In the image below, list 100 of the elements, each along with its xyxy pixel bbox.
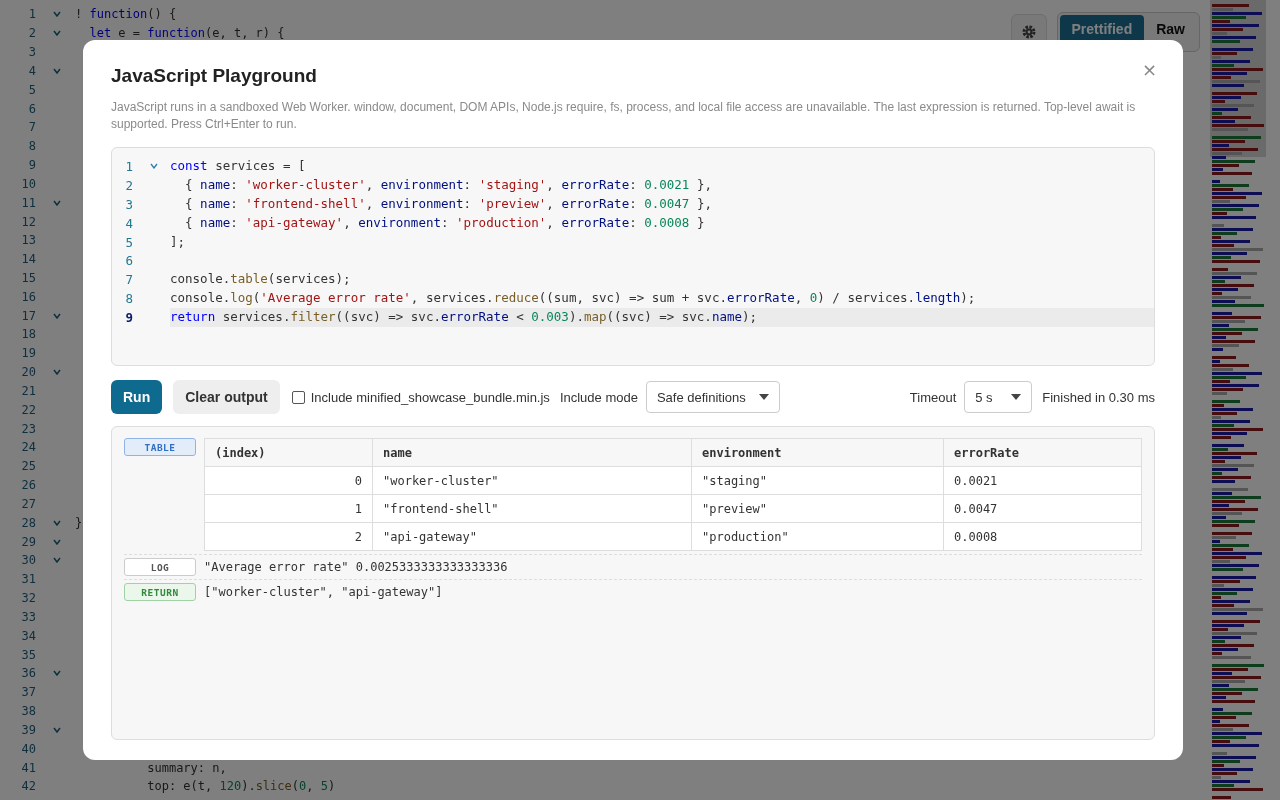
output-text: "Average error rate" 0.0025333333333333336 <box>204 560 508 574</box>
entry-badge: LOG <box>124 558 196 576</box>
fold-icon[interactable] <box>53 30 61 37</box>
code-editor[interactable] <box>111 147 1155 366</box>
line-number: 2 <box>27 26 36 41</box>
fold-icon[interactable] <box>53 519 61 526</box>
table-cell: "preview" <box>691 494 944 523</box>
line-number: 33 <box>20 609 36 624</box>
table-cell: 0.0021 <box>943 466 1142 495</box>
view-tab[interactable]: Raw <box>1144 15 1197 49</box>
line-number: 19 <box>20 346 36 361</box>
line-number: 5 <box>27 82 36 97</box>
line-number: 23 <box>20 421 36 436</box>
line-number: 1 <box>124 158 133 174</box>
code-line: { name: 'api-gateway', environment: 'production', errorRate: 0.0008 } <box>184 213 706 232</box>
line-number: 18 <box>20 327 36 342</box>
include-mode-label: Include mode <box>559 389 638 405</box>
line-number: 31 <box>20 572 36 587</box>
description-text: JavaScript runs in a sandboxed Web Worker. window, document, DOM APIs, Node.js require, fs, process, and local file access are unavailable. The last expression is returned. Top-level await is supported. Press Ctrl+Enter to run. <box>111 99 1137 133</box>
entry-badge: TABLE <box>124 438 196 456</box>
line-number: 22 <box>20 402 36 417</box>
line-number: 26 <box>20 478 36 493</box>
caret-icon <box>1011 394 1022 400</box>
line-number: 8 <box>27 139 36 154</box>
line-number: 41 <box>20 760 36 775</box>
line-number: 11 <box>20 195 36 210</box>
line-number: 21 <box>20 383 36 398</box>
line-number: 29 <box>20 534 36 549</box>
line-number: 17 <box>20 308 36 323</box>
output-text: ["worker-cluster", "api-gateway"] <box>204 585 443 599</box>
code-line: ]; <box>170 232 187 251</box>
code-line: { name: 'frontend-shell', environment: 'preview', errorRate: 0.0047 }, <box>184 194 713 213</box>
table-cell: 1 <box>204 494 373 523</box>
line-number: 4 <box>124 215 133 231</box>
line-number: 8 <box>124 291 133 307</box>
line-number: 12 <box>20 214 36 229</box>
line-number: 28 <box>20 515 36 530</box>
line-number: 37 <box>20 685 36 700</box>
line-number: 27 <box>20 496 36 511</box>
fold-icon[interactable] <box>53 670 61 677</box>
line-number: 9 <box>124 310 133 326</box>
table-cell: "frontend-shell" <box>372 494 692 523</box>
code-line: console.table(services); <box>170 270 352 289</box>
fold-icon[interactable] <box>53 726 61 733</box>
line-number: 10 <box>20 176 36 191</box>
code-line: const services = [ <box>170 157 307 175</box>
table-cell: "staging" <box>691 466 944 495</box>
fold-icon[interactable] <box>53 557 61 564</box>
fold-icon[interactable] <box>150 163 158 170</box>
run-button[interactable]: Run <box>111 380 163 414</box>
table-cell: 2 <box>204 522 373 551</box>
entry-badge: RETURN <box>124 583 196 601</box>
line-number: 40 <box>20 741 36 756</box>
checkbox-label[interactable]: Include minified_showcase_bundle.min.js <box>310 389 550 405</box>
code-line: let e = function(e, t, r) { <box>88 26 285 41</box>
line-number: 4 <box>27 63 36 78</box>
column-header: errorRate <box>943 438 1142 467</box>
fold-icon[interactable] <box>53 11 61 18</box>
fold-icon[interactable] <box>53 67 61 74</box>
line-number: 14 <box>20 252 36 267</box>
fold-icon[interactable] <box>53 312 61 319</box>
include-mode-select[interactable]: Safe definitions <box>645 381 780 413</box>
timeout-select[interactable]: 5 s <box>964 381 1033 413</box>
minimap-drawing[interactable] <box>1210 0 1266 800</box>
close-button[interactable]: × <box>1137 59 1161 80</box>
code-line: top: e(t, 120).slice(0, 5) <box>146 779 336 794</box>
line-number: 35 <box>20 647 36 662</box>
line-number: 13 <box>20 233 36 248</box>
column-header: environment <box>691 438 944 467</box>
line-number: 7 <box>124 272 133 288</box>
line-number: 6 <box>27 101 36 116</box>
line-number: 7 <box>27 120 36 135</box>
line-number: 36 <box>20 666 36 681</box>
line-number: 3 <box>27 45 36 60</box>
checkbox[interactable] <box>291 390 305 404</box>
line-number: 39 <box>20 722 36 737</box>
line-number: 25 <box>20 459 36 474</box>
line-number: 15 <box>20 271 36 285</box>
dialog-title: JavaScript Playground <box>111 65 317 87</box>
code-line: { name: 'worker-cluster', environment: 'staging', errorRate: 0.0021 }, <box>184 175 713 194</box>
status-text: Finished in 0.30 ms <box>1042 389 1155 405</box>
line-number: 30 <box>20 553 36 568</box>
line-number: 38 <box>20 704 36 719</box>
column-header: (index) <box>204 438 373 467</box>
fold-icon[interactable] <box>53 199 61 206</box>
fold-icon[interactable] <box>53 369 61 376</box>
line-number: 1 <box>27 7 36 22</box>
table-cell: "production" <box>691 522 944 551</box>
table-cell: 0.0047 <box>943 494 1142 523</box>
table-cell: "worker-cluster" <box>372 466 692 495</box>
line-number: 42 <box>20 779 36 794</box>
line-number: 24 <box>20 440 36 455</box>
clear-output-button[interactable]: Clear output <box>173 380 280 414</box>
column-header: name <box>372 438 692 467</box>
gear-icon[interactable] <box>1020 24 1037 40</box>
code-line: summary: n, <box>146 760 227 775</box>
table-cell: 0 <box>204 466 373 495</box>
line-number: 16 <box>20 289 36 304</box>
fold-icon[interactable] <box>53 538 61 545</box>
table-cell: 0.0008 <box>943 522 1142 551</box>
